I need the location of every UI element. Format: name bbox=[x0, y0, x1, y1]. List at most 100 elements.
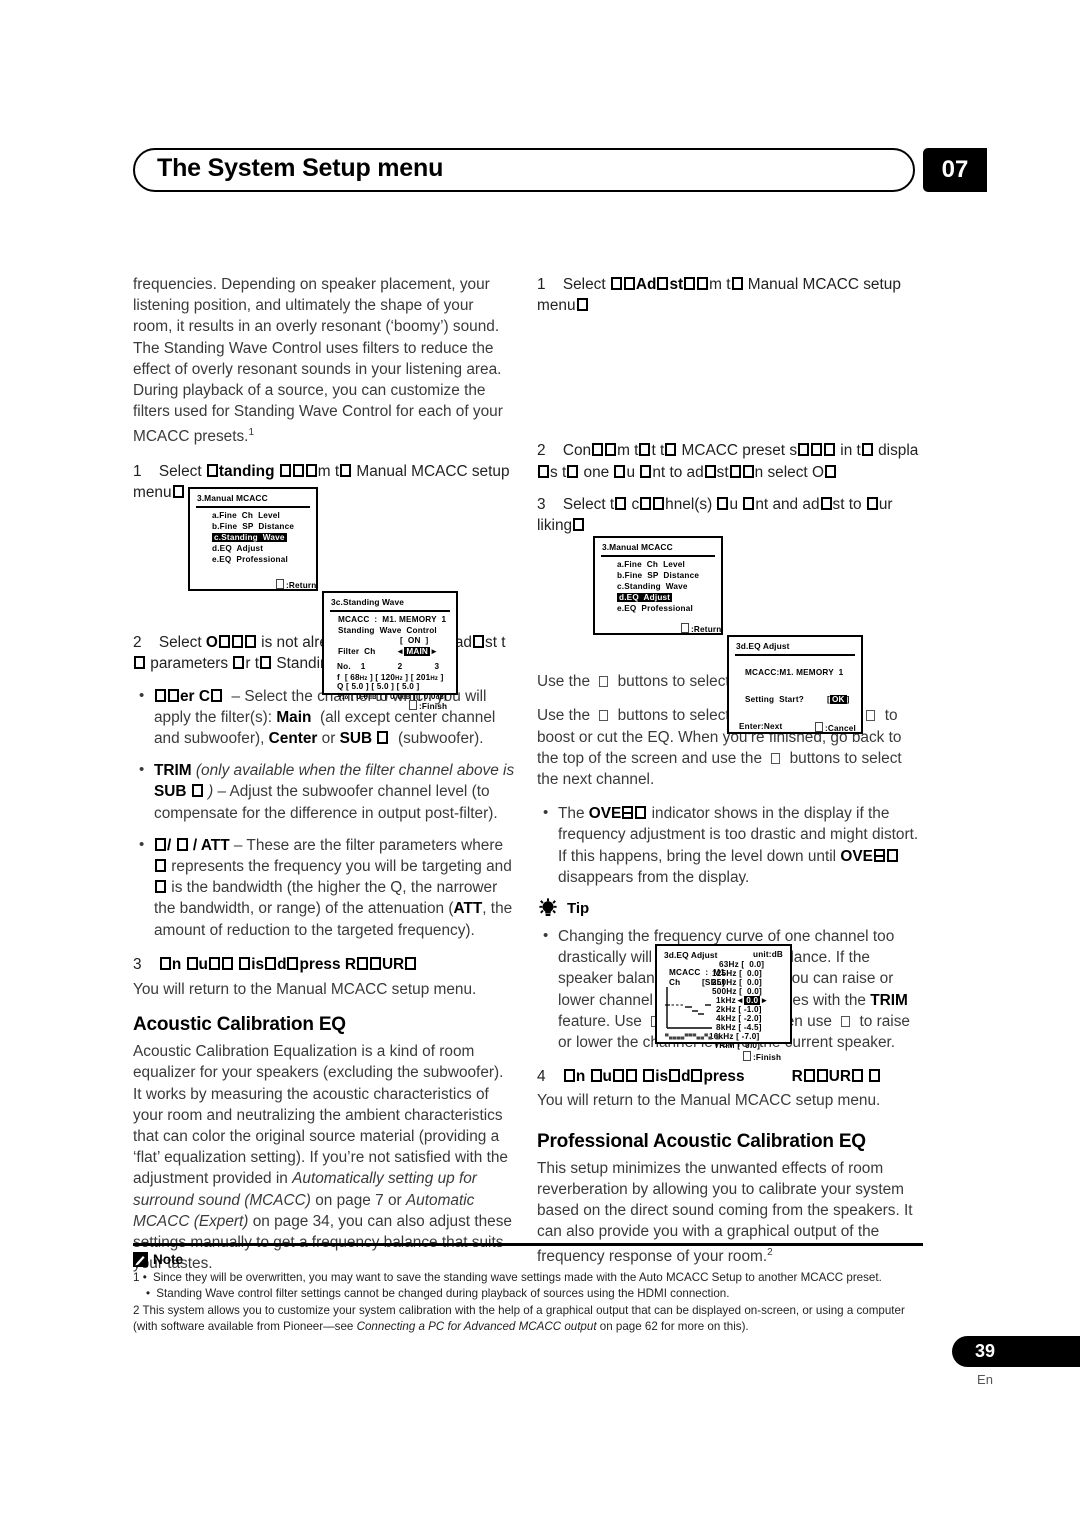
osd-footer-finish: :Finish bbox=[741, 1051, 781, 1062]
bullet-trim: TRIM (only available when the filter cha… bbox=[133, 759, 515, 824]
osd-band-2khz[interactable]: 2kHz [ -1.0] bbox=[716, 1005, 762, 1014]
osd-footer-finish: :Finish bbox=[407, 700, 447, 711]
osd-item-c-selected[interactable]: c.Standing Wave bbox=[212, 533, 287, 542]
osd-footer-return: :Return bbox=[274, 579, 317, 590]
figure-eq-adjust-graph: 3d.EQ Adjust unit:dB MCACC : M1 Ch [SBL]… bbox=[655, 944, 792, 1062]
osd-item-a[interactable]: a.Fine Ch Level bbox=[212, 511, 280, 520]
heading-professional-acoustic-calibration-eq: Professional Acoustic Calibration EQ bbox=[537, 1130, 866, 1152]
osd-ok-button[interactable]: [OK] bbox=[827, 695, 850, 704]
right-step-4-text: n u is d press R UR bbox=[563, 1068, 881, 1085]
cursor-leftright-icon bbox=[866, 710, 876, 722]
notes-divider bbox=[133, 1243, 923, 1246]
osd-filter-ch-value[interactable]: ◄ MAIN ► bbox=[396, 647, 438, 656]
chapter-number: 07 bbox=[941, 156, 969, 183]
osd-band-500hz[interactable]: 500Hz [ 0.0] bbox=[712, 987, 762, 996]
left-bullet-list: er C – Select the channel to which you w… bbox=[133, 685, 515, 941]
page-title: The System Setup menu bbox=[157, 154, 444, 182]
osd-ch-label: Ch bbox=[669, 978, 681, 987]
osd-footer-cancel: :Cancel bbox=[813, 722, 856, 733]
osd-unit-label: unit:dB bbox=[753, 950, 784, 959]
pencil-icon bbox=[133, 1252, 148, 1267]
osd-title: 3.Manual MCACC bbox=[602, 542, 673, 552]
right-step-4-follow: You will return to the Manual MCACC setu… bbox=[537, 1092, 881, 1110]
osd-item-d-selected[interactable]: d.EQ Adjust bbox=[617, 593, 673, 602]
osd-title: 3c.Standing Wave bbox=[331, 597, 404, 607]
osd-mcacc-preset: MCACC : M1. MEMORY 1 bbox=[338, 615, 447, 624]
osd-item-e[interactable]: e.EQ Professional bbox=[617, 604, 693, 613]
notes-section: Note 1 • Since they will be overwritten,… bbox=[133, 1243, 923, 1336]
osd-item-e[interactable]: e.EQ Professional bbox=[212, 555, 288, 564]
osd-row-q[interactable]: Q [ 5.0 ] [ 5.0 ] [ 5.0 ] bbox=[337, 682, 419, 691]
left-step-2-number: 2 bbox=[133, 634, 142, 652]
figure-manual-mcacc-eq: 3.Manual MCACC a.Fine Ch Level b.Fine SP… bbox=[593, 536, 723, 635]
osd-title: 3d.EQ Adjust bbox=[736, 641, 790, 651]
cursor-updown-icon-2 bbox=[599, 710, 609, 722]
right-step-3: 3 Select t c hnel(s) u nt and ad st to ur … bbox=[537, 494, 919, 536]
osd-row-f[interactable]: f [ 68Hz ] [ 120Hz ] [ 201Hz ] bbox=[337, 673, 444, 682]
right-column: 1 Select Ad st m t Manual MCACC setup menu… bbox=[537, 274, 919, 1281]
osd-item-d[interactable]: d.EQ Adjust bbox=[212, 544, 263, 553]
note-line-1: 1 • Since they will be overwritten, you … bbox=[133, 1271, 882, 1284]
right-step-4: 4 n u is d press R UR bbox=[537, 1066, 919, 1087]
right-step-1: 1 Select Ad st m t Manual MCACC setup menu bbox=[537, 274, 919, 316]
osd-band-trim[interactable]: TRIM [ 0.0] bbox=[714, 1041, 760, 1050]
osd-band-1khz-selected[interactable]: 1kHz◄ 0.0 ► bbox=[716, 996, 769, 1005]
bullet-over-indicator: The OVE indicator shows in the display i… bbox=[537, 802, 919, 888]
left-column: frequencies. Depending on speaker placem… bbox=[133, 274, 515, 1287]
osd-band-8khz[interactable]: 8kHz [ -4.5] bbox=[716, 1023, 762, 1032]
osd-title: 3.Manual MCACC bbox=[197, 493, 268, 503]
osd-control-value-wrap[interactable]: [ ON ] bbox=[400, 636, 428, 645]
eq-graph-axis-labels: ▀▄▄▄▄▀▀▀▄▄▀▄ ▓ bbox=[665, 1034, 720, 1040]
tip-header: Tip bbox=[537, 898, 919, 920]
osd-item-c[interactable]: c.Standing Wave bbox=[617, 582, 688, 591]
right-step-1-text: Select Ad st m t Manual MCACC setup menu bbox=[537, 276, 901, 315]
figure-manual-mcacc-standing: 3.Manual MCACC a.Fine Ch Level b.Fine SP… bbox=[188, 487, 318, 591]
cursor-updown-icon bbox=[599, 676, 609, 688]
page-number-badge: 39 bbox=[952, 1336, 1080, 1367]
note-label: Note bbox=[153, 1252, 183, 1267]
manual-page: The System Setup menu 07 frequencies. De… bbox=[0, 0, 1080, 1528]
intro-text: frequencies. Depending on speaker placem… bbox=[133, 276, 503, 446]
left-step-3-follow: You will return to the Manual MCACC setu… bbox=[133, 981, 477, 998]
over-label-1: OVE bbox=[589, 805, 648, 822]
over-bullet-list: The OVE indicator shows in the display i… bbox=[537, 802, 919, 888]
note-line-3: 2 This system allows you to customize yo… bbox=[133, 1303, 905, 1334]
right-step-3-number: 3 bbox=[537, 495, 546, 513]
osd-control-value: ON bbox=[407, 636, 421, 645]
figure-row-eq-adjust bbox=[537, 327, 919, 440]
figure-standing-wave: 3c.Standing Wave MCACC : M1. MEMORY 1 St… bbox=[322, 591, 458, 711]
left-step-3: 3 n u is d press R UR bbox=[133, 954, 515, 975]
tip-label: Tip bbox=[567, 900, 590, 918]
note-header: Note bbox=[133, 1252, 923, 1267]
right-step-3-text: Select t c hnel(s) u nt and ad st to ur li… bbox=[537, 495, 893, 535]
heading-acoustic-calibration-eq: Acoustic Calibration EQ bbox=[133, 1014, 346, 1036]
right-step-2: 2 Con m tt t MCACC preset s in t displas … bbox=[537, 440, 919, 482]
osd-band-250hz[interactable]: 250Hz [ 0.0] bbox=[712, 978, 762, 987]
left-step-1-number: 1 bbox=[133, 462, 142, 480]
osd-item-b[interactable]: b.Fine SP Distance bbox=[617, 571, 699, 580]
osd-divider bbox=[601, 555, 715, 557]
cursor-updown-icon-3 bbox=[771, 752, 781, 764]
page-header: The System Setup menu 07 bbox=[133, 148, 987, 194]
lightbulb-icon bbox=[539, 898, 557, 917]
bullet-trim-label: TRIM bbox=[154, 762, 192, 780]
osd-band-125hz[interactable]: 125Hz [ 0.0] bbox=[712, 969, 762, 978]
right-step-2-number: 2 bbox=[537, 442, 546, 460]
osd-filter-col-header: No. 1 2 3 bbox=[337, 662, 440, 671]
osd-band-63hz[interactable]: 63Hz [ 0.0] bbox=[719, 960, 764, 969]
osd-band-4khz[interactable]: 4kHz [ -2.0] bbox=[716, 1014, 762, 1023]
note-line-2: • Standing Wave control filter settings … bbox=[146, 1287, 730, 1301]
osd-item-a[interactable]: a.Fine Ch Level bbox=[617, 560, 685, 569]
osd-divider bbox=[735, 654, 855, 656]
bullet-filter-ch: er C – Select the channel to which you w… bbox=[133, 685, 515, 750]
osd-mcacc-preset: MCACC:M1. MEMORY 1 bbox=[745, 668, 844, 677]
right-step-2-text: Con m tt t MCACC preset s in t displas t … bbox=[537, 442, 918, 481]
osd-standing-wave-control-label: Standing Wave Control bbox=[338, 626, 437, 635]
figure-eq-adjust-start: 3d.EQ Adjust MCACC:M1. MEMORY 1 Setting … bbox=[727, 635, 863, 734]
page-language: En bbox=[977, 1372, 993, 1387]
osd-divider bbox=[330, 610, 450, 612]
osd-footer-enter: Enter:Next bbox=[739, 722, 783, 731]
acoustic-paragraph: Acoustic Calibration Equalization is a k… bbox=[133, 1043, 512, 1273]
osd-item-b[interactable]: b.Fine SP Distance bbox=[212, 522, 294, 531]
eq-response-graph bbox=[665, 987, 712, 1029]
